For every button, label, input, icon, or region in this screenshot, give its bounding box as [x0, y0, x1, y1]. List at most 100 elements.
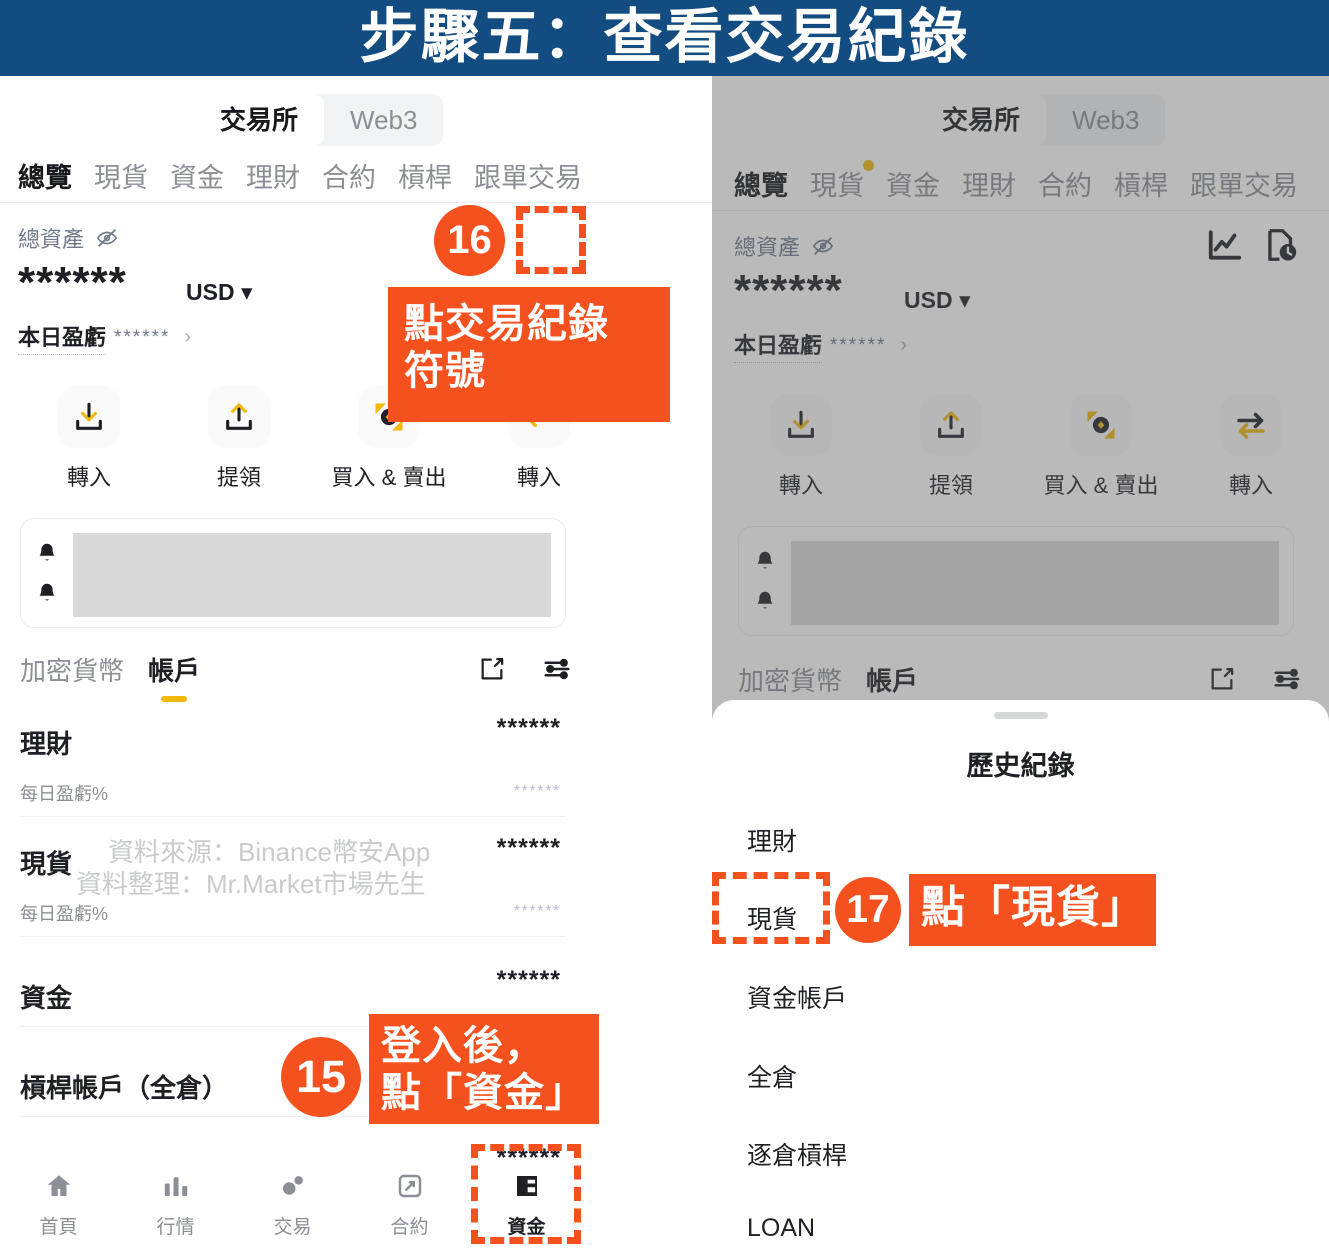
nav-tab-overview[interactable]: 總覽: [734, 164, 788, 203]
asset-row-value: ******: [496, 966, 561, 994]
announcement-placeholder: [73, 573, 551, 617]
action-withdraw[interactable]: 提領: [876, 394, 1026, 500]
action-deposit-label: 轉入: [66, 465, 111, 490]
action-buy-sell[interactable]: 買入 & 賣出: [1026, 394, 1176, 500]
sheet-item-loan[interactable]: LOAN: [747, 1214, 815, 1243]
highlight-box-wallet-nav: [471, 1144, 581, 1244]
asset-row-sub: 每日盈虧%: [20, 904, 109, 924]
nav-tab-margin[interactable]: 槓桿: [398, 156, 452, 195]
asset-row-name: 理財: [20, 729, 73, 759]
edit-icon[interactable]: [478, 655, 506, 688]
row-divider: [20, 816, 566, 817]
action-deposit[interactable]: 轉入: [14, 386, 164, 492]
watermark-source: 資料來源：Binance幣安App: [108, 837, 431, 867]
nav-tab-futures[interactable]: 合約: [322, 156, 376, 195]
asset-tools[interactable]: [1208, 664, 1302, 699]
chevron-down-icon: ▾: [240, 279, 253, 305]
announcement-row: [35, 533, 551, 577]
sheet-drag-handle[interactable]: [993, 712, 1048, 719]
asset-view-tabs[interactable]: 加密貨幣 帳戶: [738, 661, 942, 698]
account-nav-tabs[interactable]: 總覽 現貨 資金 理財 合約 槓桿 跟單交易: [18, 156, 604, 195]
action-withdraw[interactable]: 提領: [164, 386, 314, 492]
bell-icon: [35, 541, 59, 570]
total-assets-label: 總資產: [18, 222, 118, 255]
announcement-placeholder: [791, 581, 1279, 625]
sheet-title: 歷史紀錄: [966, 751, 1075, 781]
currency-selector[interactable]: USD ▾: [186, 279, 253, 306]
segment-exchange[interactable]: 交易所: [194, 94, 325, 146]
nav-tab-margin[interactable]: 槓桿: [1114, 164, 1168, 203]
asset-tools[interactable]: [478, 654, 572, 689]
bottom-nav-markets[interactable]: 行情: [117, 1166, 234, 1239]
filter-icon[interactable]: [1272, 664, 1302, 699]
active-tab-underline: [161, 696, 188, 702]
nav-tab-copytrading[interactable]: 跟單交易: [474, 156, 582, 195]
buy-sell-icon: [1070, 394, 1132, 456]
segment-web3[interactable]: Web3: [1046, 94, 1165, 146]
tab-account[interactable]: 帳戶: [148, 651, 200, 702]
daily-pnl-row[interactable]: 本日盈虧 ****** ›: [18, 320, 191, 355]
asset-row-name: 槓桿帳戶（全倉）: [20, 1073, 229, 1103]
withdraw-icon: [208, 386, 270, 448]
nav-tab-earn[interactable]: 理財: [962, 164, 1016, 203]
announcement-card[interactable]: [20, 518, 566, 628]
tab-crypto[interactable]: 加密貨幣: [20, 651, 124, 688]
asset-row-subvalue: ******: [513, 902, 561, 919]
history-icon[interactable]: [1262, 226, 1300, 269]
step-badge-17: 17: [835, 877, 901, 943]
announcement-placeholder: [791, 541, 1279, 585]
segment-exchange[interactable]: 交易所: [916, 94, 1047, 146]
nav-tab-futures[interactable]: 合約: [1038, 164, 1092, 203]
filter-icon[interactable]: [542, 654, 572, 689]
segment-web3[interactable]: Web3: [324, 94, 443, 146]
announcement-card[interactable]: [738, 526, 1294, 636]
action-transfer[interactable]: 轉入: [1176, 394, 1326, 500]
highlight-box-spot-item: [712, 872, 830, 944]
nav-tab-funding[interactable]: 資金: [886, 164, 940, 203]
nav-tab-funding[interactable]: 資金: [170, 156, 224, 195]
exchange-web3-switcher[interactable]: 交易所 Web3: [194, 94, 444, 146]
nav-tab-spot[interactable]: 現貨: [94, 156, 148, 195]
bottom-nav-markets-label: 行情: [156, 1217, 195, 1238]
tutorial-screenshot: 步驟五：查看交易紀錄 交易所 Web3 總覽 現貨 資金 理財 合約 槓桿 跟單…: [0, 0, 1329, 1255]
tab-crypto[interactable]: 加密貨幣: [738, 661, 842, 698]
exchange-web3-switcher[interactable]: 交易所 Web3: [916, 94, 1166, 146]
daily-pnl-label: 本日盈虧: [18, 320, 107, 355]
nav-tab-overview[interactable]: 總覽: [18, 156, 72, 195]
action-withdraw-label: 提領: [928, 473, 973, 498]
daily-pnl-row[interactable]: 本日盈虧 ****** ›: [734, 328, 907, 363]
nav-tab-spot[interactable]: 現貨: [810, 160, 874, 203]
bottom-nav-home[interactable]: 首頁: [0, 1166, 117, 1239]
currency-selector[interactable]: USD ▾: [904, 287, 971, 314]
sheet-item-funding-account[interactable]: 資金帳戶: [747, 979, 847, 1015]
action-deposit[interactable]: 轉入: [726, 394, 876, 500]
edit-icon[interactable]: [1208, 665, 1236, 698]
row-divider: [20, 936, 566, 937]
eye-off-icon[interactable]: [812, 235, 834, 263]
total-assets-value: ******: [18, 258, 127, 307]
sheet-item-earn[interactable]: 理財: [747, 822, 797, 858]
tab-account[interactable]: 帳戶: [866, 661, 918, 698]
asset-row-value: ******: [496, 834, 561, 862]
step-badge-16: 16: [434, 205, 505, 276]
eye-off-icon[interactable]: [96, 227, 118, 255]
bottom-nav-trade[interactable]: 交易: [234, 1166, 351, 1239]
action-withdraw-label: 提領: [216, 465, 261, 490]
chart-icon[interactable]: [1206, 226, 1244, 269]
quick-actions-row[interactable]: 轉入 提領 買入 & 賣出 轉入: [726, 394, 1326, 500]
bottom-nav-futures-label: 合約: [390, 1217, 429, 1238]
action-transfer-label: 轉入: [1228, 473, 1273, 498]
announcement-placeholder: [73, 533, 551, 577]
sheet-item-isolated-margin[interactable]: 逐倉槓桿: [747, 1136, 847, 1172]
bottom-nav-futures[interactable]: 合約: [351, 1166, 468, 1239]
transfer-icon: [1220, 394, 1282, 456]
right-phone-screen: 交易所 Web3 總覽 現貨 資金 理財 合約 槓桿 跟單交易 總資產 ****…: [712, 76, 1329, 1255]
asset-view-tabs[interactable]: 加密貨幣 帳戶: [20, 651, 224, 702]
sheet-item-cross-margin[interactable]: 全倉: [747, 1058, 797, 1094]
nav-tab-copytrading[interactable]: 跟單交易: [1190, 164, 1298, 203]
watermark-author: 資料整理：Mr.Market市場先生: [76, 869, 426, 899]
nav-tab-earn[interactable]: 理財: [246, 156, 300, 195]
account-nav-tabs[interactable]: 總覽 現貨 資金 理財 合約 槓桿 跟單交易: [734, 160, 1320, 203]
chevron-right-icon: ›: [184, 326, 192, 348]
bell-icon: [753, 589, 777, 618]
